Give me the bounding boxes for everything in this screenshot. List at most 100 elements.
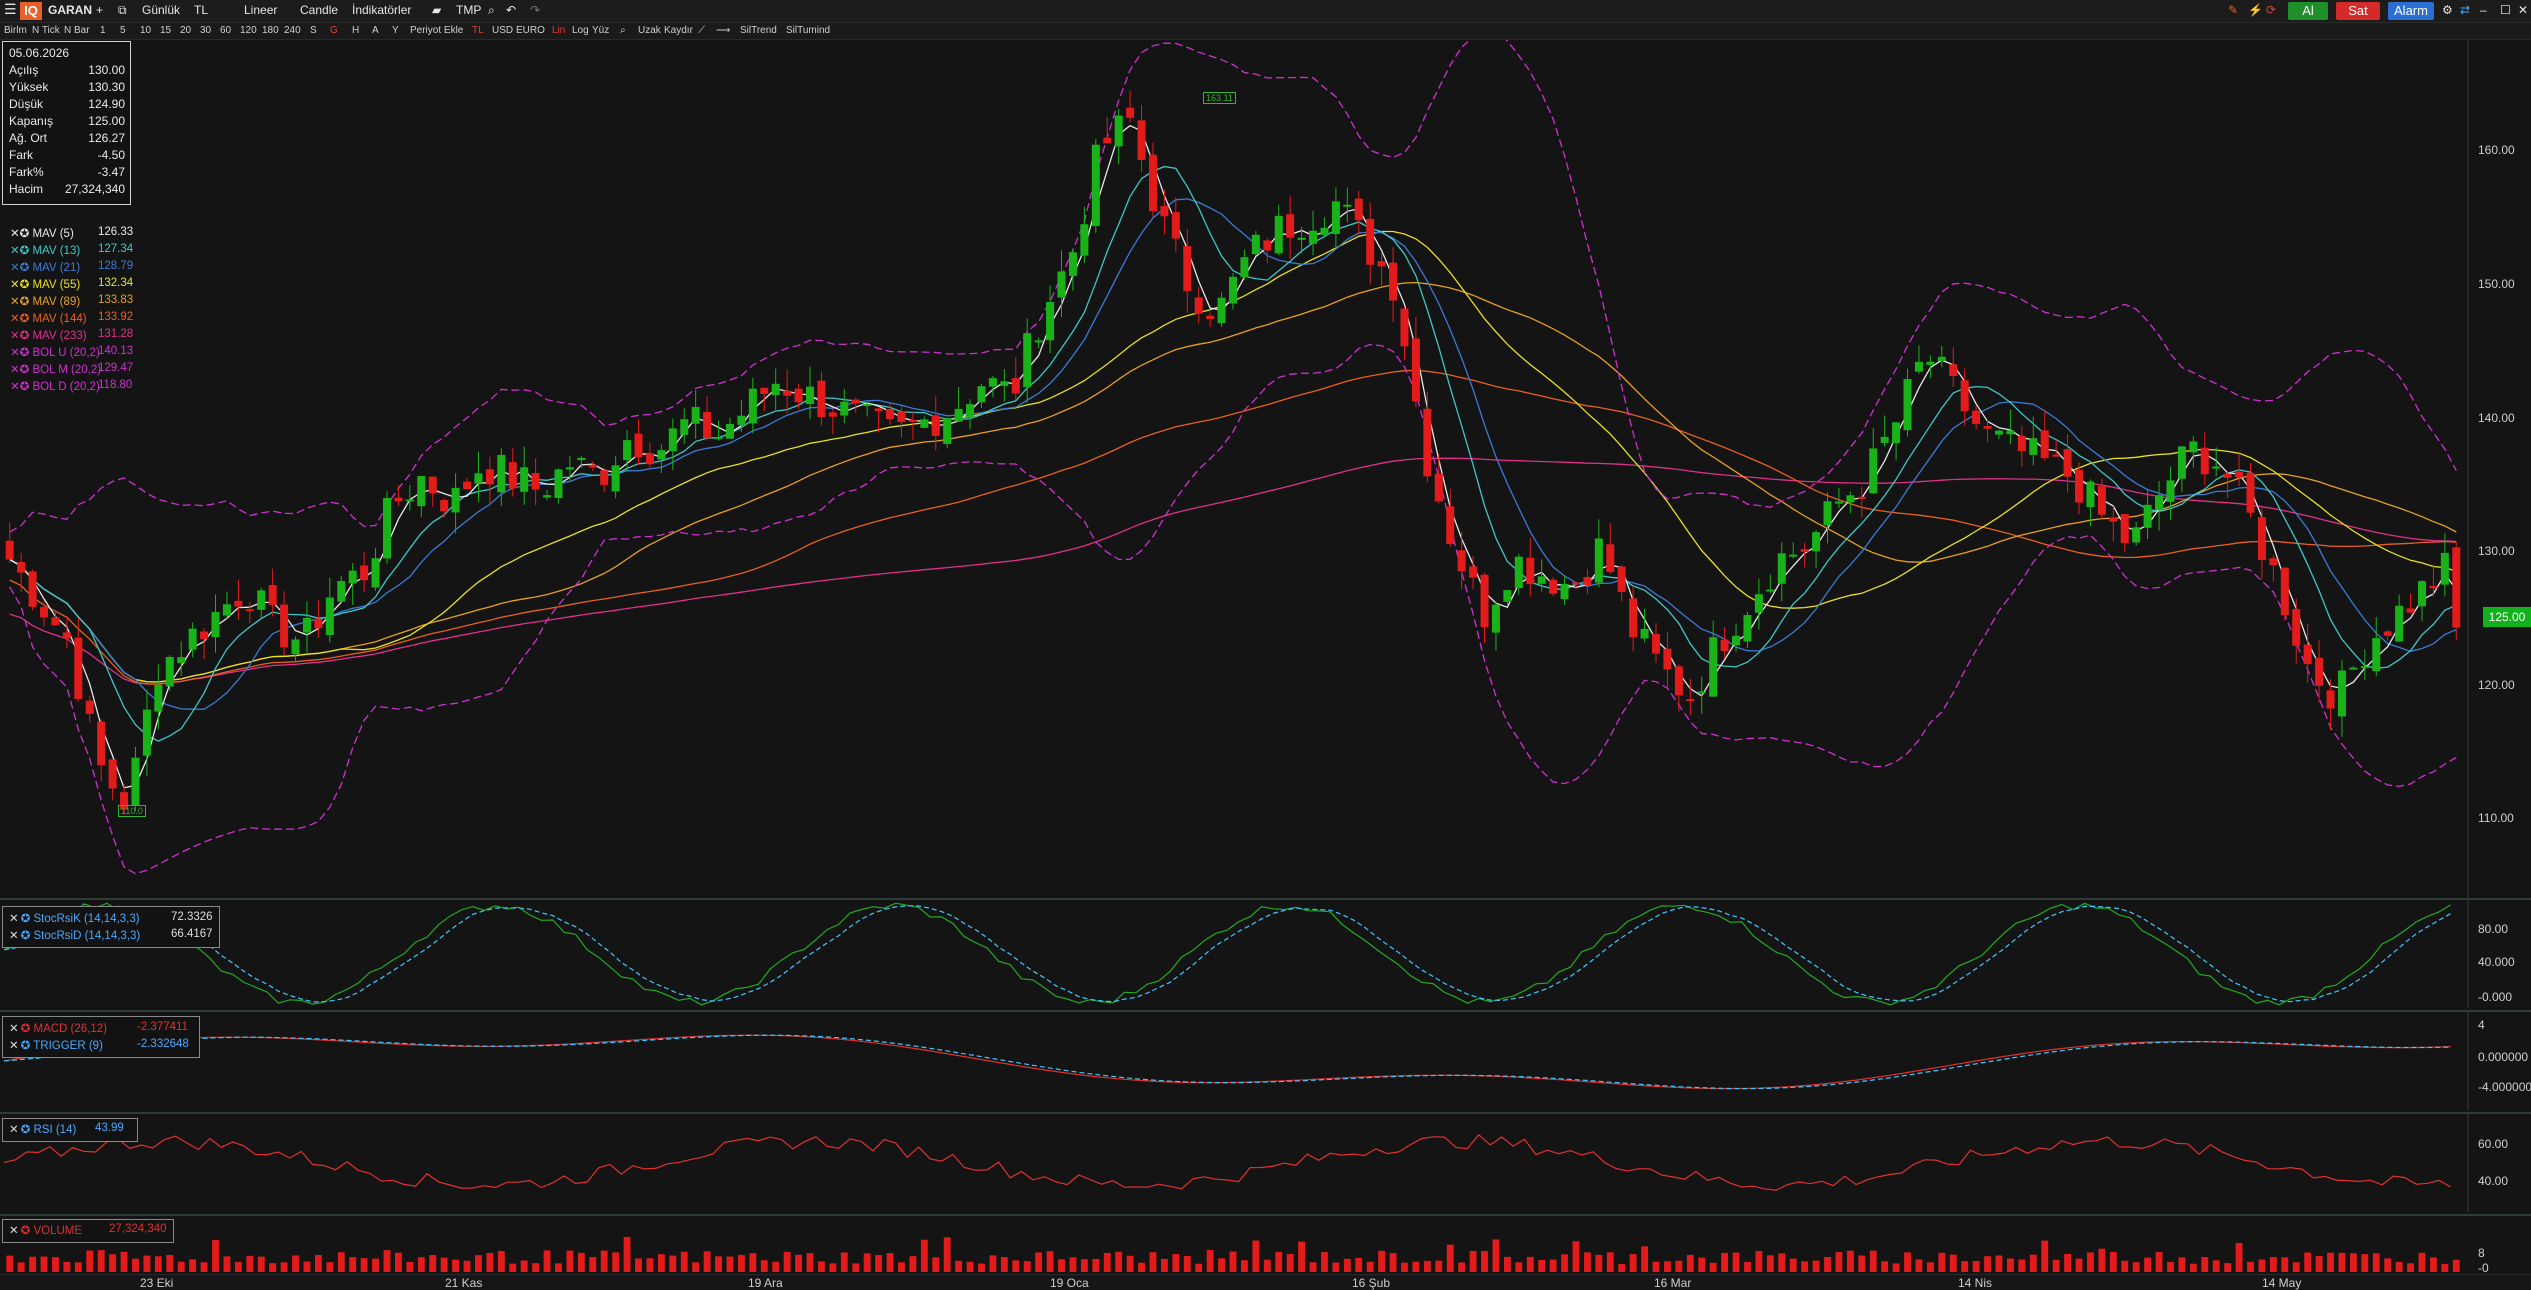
menu-icon[interactable]: ☰ <box>4 1 17 18</box>
volume-bar <box>143 1255 151 1272</box>
overlay-legend-item[interactable]: ✕✪ MAV (21) 128.79 <box>10 260 133 276</box>
macd-legend-item[interactable]: ✕ ✪ MACD (26,12) -2.377411 <box>9 1021 188 1037</box>
tb2-y[interactable]: Y <box>392 25 399 36</box>
overlay-legend-item[interactable]: ✕✪ BOL D (20,2) 118.80 <box>10 379 132 395</box>
gear-icon[interactable]: ⚙ <box>2442 3 2453 17</box>
rsi-chart[interactable] <box>0 1114 2531 1212</box>
trigger-legend-item[interactable]: ✕ ✪ TRIGGER (9) -2.332648 <box>9 1038 189 1054</box>
stochk-legend-item[interactable]: ✕ ✪ StocRsiK (14,14,3,3) 72.3326 <box>9 911 213 927</box>
chart-type-select[interactable]: Candle <box>300 3 338 17</box>
minimize-icon[interactable]: – <box>2480 3 2487 17</box>
volume-bar <box>1744 1261 1751 1272</box>
tb2-60[interactable]: 60 <box>220 25 231 36</box>
stochd-legend-item[interactable]: ✕ ✪ StocRsiD (14,14,3,3) 66.4167 <box>9 928 213 944</box>
tb2-uzak[interactable]: Uzak <box>638 25 661 36</box>
volume-bar <box>429 1255 437 1272</box>
overlay-legend-item[interactable]: ✕✪ MAV (5) 126.33 <box>10 226 133 242</box>
tb2-tl[interactable]: TL <box>472 25 484 36</box>
maximize-icon[interactable]: ☐ <box>2500 3 2511 17</box>
candle <box>554 469 563 499</box>
tb2-siltrend[interactable]: SilTrend <box>740 25 777 36</box>
overlay-legend-item[interactable]: ✕✪ MAV (55) 132.34 <box>10 277 133 293</box>
tb2-s[interactable]: S <box>310 25 317 36</box>
redo-icon[interactable]: ↷ <box>530 3 540 17</box>
price-tick: 130.00 <box>2478 544 2515 558</box>
pane-background <box>0 900 2468 1008</box>
overlay-legend-item[interactable]: ✕✪ BOL M (20,2) 129.47 <box>10 362 133 378</box>
tb2-ntick[interactable]: N Tick <box>32 25 60 36</box>
add-symbol-icon[interactable]: + <box>96 3 103 17</box>
tb2-usd[interactable]: USD <box>492 25 513 36</box>
volume-legend-item[interactable]: ✕ ✪ VOLUME 27,324,340 <box>9 1223 167 1239</box>
stochrsi-chart[interactable] <box>0 900 2531 1008</box>
tb2-siltumind[interactable]: SilTumind <box>786 25 830 36</box>
tb2-a[interactable]: A <box>372 25 379 36</box>
tb2-log[interactable]: Log <box>572 25 589 36</box>
zoom-icon[interactable]: ⌕ <box>620 25 626 36</box>
tb2-20[interactable]: 20 <box>180 25 191 36</box>
candle <box>1846 495 1855 503</box>
tb2-h[interactable]: H <box>352 25 359 36</box>
popout-icon[interactable]: ⧉ <box>118 3 127 18</box>
candle <box>1663 648 1672 670</box>
overlay-legend-item[interactable]: ✕✪ BOL U (20,2) 140.13 <box>10 345 133 361</box>
buy-button[interactable]: Al <box>2288 2 2328 20</box>
volume-bar <box>703 1251 711 1272</box>
tb2-lin[interactable]: Lin <box>552 25 565 36</box>
arrow-line-icon[interactable]: ⟶ <box>716 25 730 36</box>
tmp-button[interactable]: TMP <box>456 3 481 17</box>
volume-bar <box>280 1262 288 1272</box>
volume-chart[interactable] <box>0 1216 2531 1272</box>
candle <box>1583 577 1592 586</box>
candle <box>2029 438 2038 455</box>
tb2-birlm[interactable]: Birlm <box>4 25 27 36</box>
scale-select[interactable]: Lineer <box>244 3 277 17</box>
tb2-15[interactable]: 15 <box>160 25 171 36</box>
volume-bar <box>40 1256 48 1272</box>
candle <box>360 565 369 581</box>
folder-icon[interactable]: ▰ <box>432 3 441 17</box>
candle <box>2452 547 2461 628</box>
candle <box>497 454 506 493</box>
tb2-10[interactable]: 10 <box>140 25 151 36</box>
overlay-legend-item[interactable]: ✕✪ MAV (89) 133.83 <box>10 294 133 310</box>
tb2-yuz[interactable]: Yüz <box>592 25 609 36</box>
period-select[interactable]: Günlük <box>142 3 180 17</box>
indicators-menu[interactable]: İndikatörler <box>352 3 411 17</box>
tb2-kaydir[interactable]: Kaydır <box>664 25 693 36</box>
tb2-5[interactable]: 5 <box>120 25 126 36</box>
volume-bar <box>314 1255 322 1272</box>
share-icon[interactable]: ⇄ <box>2460 3 2470 17</box>
close-icon[interactable]: ✕ <box>2518 3 2528 17</box>
alarm-button[interactable]: Alarm <box>2388 2 2434 20</box>
tb2-1[interactable]: 1 <box>100 25 106 36</box>
search-icon[interactable]: ⌕ <box>488 3 495 18</box>
trendline-icon[interactable]: ⟋ <box>698 25 705 36</box>
tb2-240[interactable]: 240 <box>284 25 301 36</box>
rsi-legend-item[interactable]: ✕ ✪ RSI (14) 43.99 <box>9 1122 124 1138</box>
flash-icon[interactable]: ⚡ <box>2248 3 2263 17</box>
tb2-nbar[interactable]: N Bar <box>64 25 90 36</box>
price-chart[interactable] <box>0 40 2531 898</box>
symbol-field[interactable]: GARAN <box>48 3 92 17</box>
tb2-add-period[interactable]: Periyot Ekle <box>410 25 463 36</box>
tb2-euro[interactable]: EURO <box>516 25 545 36</box>
overlay-legend-item[interactable]: ✕✪ MAV (233) 131.28 <box>10 328 133 344</box>
candle <box>1228 276 1238 304</box>
tb2-g[interactable]: G <box>330 25 338 36</box>
refresh-icon[interactable]: ⟳ <box>2266 3 2276 17</box>
undo-icon[interactable]: ↶ <box>506 3 516 17</box>
overlay-legend-item[interactable]: ✕✪ MAV (144) 133.92 <box>10 311 133 327</box>
tb2-180[interactable]: 180 <box>262 25 279 36</box>
volume-tick: 8 <box>2478 1246 2485 1260</box>
ohlc-row: Açılış 130.00 <box>9 63 127 79</box>
candle <box>1274 215 1283 254</box>
tb2-30[interactable]: 30 <box>200 25 211 36</box>
brush-icon[interactable]: ✎ <box>2228 3 2238 17</box>
candle <box>977 386 986 403</box>
currency-select[interactable]: TL <box>194 3 208 17</box>
macd-chart[interactable] <box>0 1012 2531 1110</box>
overlay-legend-item[interactable]: ✕✪ MAV (13) 127.34 <box>10 243 133 259</box>
tb2-120[interactable]: 120 <box>240 25 257 36</box>
sell-button[interactable]: Sat <box>2336 2 2380 20</box>
